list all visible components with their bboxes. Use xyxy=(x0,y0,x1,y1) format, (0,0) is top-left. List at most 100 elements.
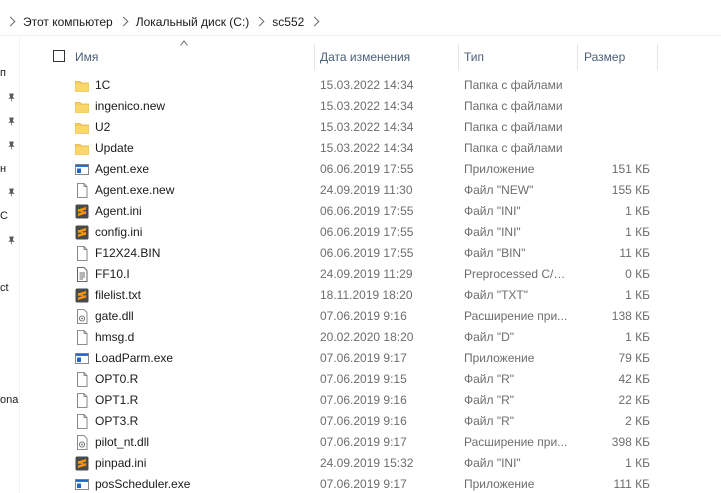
file-row[interactable]: ingenico.new 15.03.2022 14:34 Папка с фа… xyxy=(44,96,721,117)
file-name: config.ini xyxy=(95,225,143,239)
file-size: 1 КБ xyxy=(625,288,650,302)
file-row[interactable]: hmsg.d 20.02.2020 18:20 Файл "D" 1 КБ xyxy=(44,327,721,348)
file-row[interactable]: pilot_nt.dll 07.06.2019 9:17 Расширение … xyxy=(44,432,721,453)
file-date-modified: 20.02.2020 18:20 xyxy=(320,330,414,344)
pin-icon[interactable] xyxy=(7,93,16,102)
file-date-modified: 07.06.2019 9:17 xyxy=(320,435,407,449)
breadcrumb-this-pc[interactable]: Этот компьютер xyxy=(23,15,113,29)
file-size: 1 КБ xyxy=(625,330,650,344)
file-type: Файл "INI" xyxy=(464,225,521,239)
file-date-modified: 24.09.2019 15:32 xyxy=(320,456,414,470)
file-size: 398 КБ xyxy=(611,435,650,449)
file-name: U2 xyxy=(95,120,111,134)
file-date-modified: 18.11.2019 18:20 xyxy=(320,288,413,302)
file-row[interactable]: Agent.ini 06.06.2019 17:55 Файл "INI" 1 … xyxy=(44,201,721,222)
blank-file-icon xyxy=(75,246,89,261)
breadcrumb-local-disk[interactable]: Локальный диск (C:) xyxy=(136,15,250,29)
column-header-size[interactable]: Размер xyxy=(578,42,658,72)
file-row[interactable]: config.ini 06.06.2019 17:55 Файл "INI" 1… xyxy=(44,222,721,243)
nav-item[interactable]: н xyxy=(0,160,6,178)
file-type: Папка с файлами xyxy=(464,141,563,155)
file-date-modified: 07.06.2019 9:15 xyxy=(320,372,407,386)
file-size: 138 КБ xyxy=(611,309,650,323)
nav-item[interactable]: п xyxy=(0,64,6,82)
breadcrumb[interactable]: Этот компьютер Локальный диск (C:) sc552 xyxy=(0,8,721,36)
file-row[interactable]: posScheduler.exe 07.06.2019 9:17 Приложе… xyxy=(44,474,721,493)
file-name: Agent.exe xyxy=(95,162,150,176)
file-date-modified: 06.06.2019 17:55 xyxy=(320,204,414,218)
file-type: Файл "NEW" xyxy=(464,183,534,197)
folder-icon xyxy=(75,120,89,135)
file-row[interactable]: gate.dll 07.06.2019 9:16 Расширение при.… xyxy=(44,306,721,327)
file-size: 151 КБ xyxy=(611,162,650,176)
dll-file-icon xyxy=(75,435,89,450)
pin-icon[interactable] xyxy=(7,236,16,245)
file-date-modified: 15.03.2022 14:34 xyxy=(320,141,414,155)
navigation-pane: п н C ct onal xyxy=(0,36,20,493)
file-type: Файл "R" xyxy=(464,414,515,428)
file-row[interactable]: Agent.exe 06.06.2019 17:55 Приложение 15… xyxy=(44,159,721,180)
file-size: 1 КБ xyxy=(625,225,650,239)
pin-icon[interactable] xyxy=(7,117,16,126)
file-row[interactable]: LoadParm.exe 07.06.2019 9:17 Приложение … xyxy=(44,348,721,369)
file-row[interactable]: F12X24.BIN 06.06.2019 17:55 Файл "BIN" 1… xyxy=(44,243,721,264)
file-type: Preprocessed C/C... xyxy=(464,267,570,281)
chevron-right-icon[interactable] xyxy=(5,16,16,27)
chevron-right-icon[interactable] xyxy=(118,16,129,27)
application-icon xyxy=(75,162,89,177)
file-date-modified: 07.06.2019 9:16 xyxy=(320,393,407,407)
file-date-modified: 07.06.2019 9:16 xyxy=(320,309,407,323)
column-header-name[interactable]: Имя xyxy=(69,42,315,72)
file-type: Приложение xyxy=(464,477,535,491)
column-header-type[interactable]: Тип xyxy=(458,42,578,72)
file-explorer-window: Этот компьютер Локальный диск (C:) sc552… xyxy=(0,0,721,493)
pin-icon[interactable] xyxy=(7,141,16,150)
file-type: Файл "R" xyxy=(464,393,515,407)
nav-pane-divider xyxy=(19,36,20,493)
file-date-modified: 15.03.2022 14:34 xyxy=(320,99,414,113)
sublime-file-icon xyxy=(75,456,89,471)
file-row[interactable]: Agent.exe.new 24.09.2019 11:30 Файл "NEW… xyxy=(44,180,721,201)
chevron-right-icon[interactable] xyxy=(309,16,320,27)
file-name: F12X24.BIN xyxy=(95,246,161,260)
file-row[interactable]: Update 15.03.2022 14:34 Папка с файлами xyxy=(44,138,721,159)
file-date-modified: 15.03.2022 14:34 xyxy=(320,78,414,92)
file-size: 1 КБ xyxy=(625,456,650,470)
column-divider[interactable] xyxy=(657,44,658,70)
chevron-right-icon[interactable] xyxy=(254,16,265,27)
file-type: Файл "D" xyxy=(464,330,515,344)
column-header: Имя Дата изменения Тип Размер xyxy=(44,42,721,72)
file-row[interactable]: OPT3.R 07.06.2019 9:16 Файл "R" 2 КБ xyxy=(44,411,721,432)
file-type: Папка с файлами xyxy=(464,99,563,113)
file-date-modified: 06.06.2019 17:55 xyxy=(320,246,414,260)
file-row[interactable]: OPT1.R 07.06.2019 9:16 Файл "R" 22 КБ xyxy=(44,390,721,411)
application-icon xyxy=(75,351,89,366)
folder-icon xyxy=(75,99,89,114)
column-header-date[interactable]: Дата изменения xyxy=(314,42,459,72)
file-type: Расширение при... xyxy=(464,435,568,449)
file-size: 79 КБ xyxy=(618,351,650,365)
file-name: posScheduler.exe xyxy=(95,477,191,491)
nav-item[interactable]: onal xyxy=(0,391,20,409)
breadcrumb-sc552[interactable]: sc552 xyxy=(272,15,304,29)
pin-icon[interactable] xyxy=(7,188,16,197)
file-name: hmsg.d xyxy=(95,330,135,344)
blank-file-icon xyxy=(75,393,89,408)
file-row[interactable]: OPT0.R 07.06.2019 9:15 Файл "R" 42 КБ xyxy=(44,369,721,390)
file-date-modified: 06.06.2019 17:55 xyxy=(320,162,414,176)
file-name: OPT3.R xyxy=(95,414,139,428)
file-row[interactable]: filelist.txt 18.11.2019 18:20 Файл "TXT"… xyxy=(44,285,721,306)
file-row[interactable]: 1C 15.03.2022 14:34 Папка с файлами xyxy=(44,75,721,96)
file-date-modified: 07.06.2019 9:17 xyxy=(320,477,407,491)
file-row[interactable]: FF10.I 24.09.2019 11:29 Preprocessed C/C… xyxy=(44,264,721,285)
dll-file-icon xyxy=(75,309,89,324)
blank-file-icon xyxy=(75,414,89,429)
file-row[interactable]: U2 15.03.2022 14:34 Папка с файлами xyxy=(44,117,721,138)
file-row[interactable]: pinpad.ini 24.09.2019 15:32 Файл "INI" 1… xyxy=(44,453,721,474)
file-type: Приложение xyxy=(464,162,535,176)
folder-icon xyxy=(75,78,89,93)
nav-item[interactable]: ct xyxy=(0,279,9,297)
file-size: 2 КБ xyxy=(625,414,650,428)
nav-item[interactable]: C xyxy=(0,207,8,225)
file-size: 11 КБ xyxy=(619,246,650,260)
